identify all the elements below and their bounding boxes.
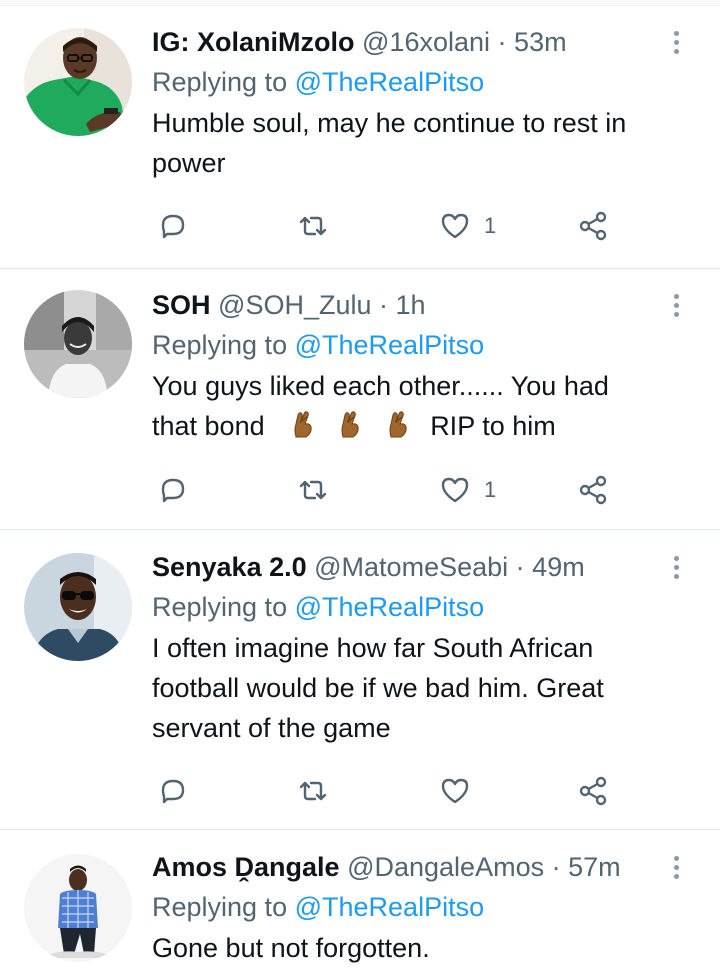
replying-prefix: Replying to — [152, 67, 288, 97]
tweet-text: Gone but not forgotten. — [152, 928, 706, 968]
reply-button[interactable] — [156, 206, 190, 246]
mention-link[interactable]: @TheRealPitso — [295, 892, 485, 922]
separator-dot: · — [515, 552, 525, 582]
like-count: 1 — [484, 477, 497, 502]
share-icon — [579, 776, 607, 806]
tweet-text-fragment: that bond — [152, 411, 265, 441]
separator-dot: · — [497, 27, 507, 57]
woman-monochrome-avatar — [24, 290, 132, 398]
timestamp[interactable]: 49m — [532, 552, 585, 582]
share-button[interactable] — [576, 771, 610, 811]
share-icon — [579, 475, 607, 505]
tweet-text: You guys liked each other...... You had … — [152, 366, 706, 446]
display-name[interactable]: IG: XolaniMzolo — [152, 27, 355, 57]
tweet-text-line: that bond RIP to him — [152, 406, 706, 446]
more-options-icon[interactable] — [664, 550, 688, 584]
replying-prefix: Replying to — [152, 330, 288, 360]
reply-feed: IG: XolaniMzolo @16xolani · 53m Replying… — [0, 0, 720, 976]
reply-icon — [161, 478, 185, 503]
user-handle[interactable]: @DangaleAmos — [347, 852, 544, 882]
tweet-text-line: You guys liked each other...... You had — [152, 371, 609, 401]
more-options-icon[interactable] — [664, 25, 688, 59]
man-green-shirt-avatar — [24, 28, 132, 136]
share-icon — [579, 211, 607, 241]
reply-button[interactable] — [156, 470, 190, 510]
more-options-icon[interactable] — [664, 850, 688, 884]
user-handle[interactable]: @16xolani — [362, 27, 490, 57]
retweet-button[interactable] — [296, 771, 330, 811]
tweet-content: Senyaka 2.0 @MatomeSeabi · 49m Replying … — [152, 550, 706, 748]
action-bar — [152, 771, 632, 811]
avatar[interactable] — [24, 553, 132, 661]
like-button[interactable]: 1 — [438, 470, 496, 510]
display-name[interactable]: Amos Ḓangale — [152, 852, 340, 882]
avatar[interactable] — [24, 28, 132, 136]
timestamp[interactable]: 1h — [396, 290, 426, 320]
retweet-button[interactable] — [296, 206, 330, 246]
tweet-text-line: power — [152, 148, 226, 178]
tweet[interactable]: SOH @SOH_Zulu · 1h Replying to @TheRealP… — [0, 269, 720, 530]
share-button[interactable] — [576, 470, 610, 510]
tweet-text-line: I often imagine how far South African — [152, 633, 594, 663]
reply-button[interactable] — [156, 771, 190, 811]
retweet-button[interactable] — [296, 470, 330, 510]
tweet-text-line: Gone but not forgotten. — [152, 933, 430, 963]
tweet-text-line: servant of the game — [152, 713, 391, 743]
avatar[interactable] — [24, 290, 132, 398]
retweet-icon — [299, 480, 327, 500]
replying-to-line: Replying to @TheRealPitso — [152, 328, 706, 362]
heart-icon — [441, 477, 469, 503]
separator-dot: · — [379, 290, 389, 320]
tweet[interactable]: Amos Ḓangale @DangaleAmos · 57m Replying… — [0, 830, 720, 976]
reply-icon — [161, 214, 185, 239]
tweet-header: Amos Ḓangale @DangaleAmos · 57m — [152, 850, 706, 884]
mention-link[interactable]: @TheRealPitso — [295, 592, 485, 622]
tweet-text-fragment: RIP to him — [430, 411, 556, 441]
replying-to-line: Replying to @TheRealPitso — [152, 65, 706, 99]
tweet-text-line: Humble soul, may he continue to rest in — [152, 108, 627, 138]
like-button[interactable]: 1 — [438, 206, 496, 246]
tweet-text: Humble soul, may he continue to rest in … — [152, 103, 706, 183]
timestamp[interactable]: 53m — [514, 27, 567, 57]
tweet-content: IG: XolaniMzolo @16xolani · 53m Replying… — [152, 25, 706, 183]
reply-icon — [161, 779, 185, 804]
like-button[interactable] — [438, 771, 484, 811]
heart-icon — [441, 778, 469, 804]
display-name[interactable]: SOH — [152, 290, 211, 320]
heart-icon — [441, 213, 469, 239]
timestamp[interactable]: 57m — [568, 852, 621, 882]
replying-prefix: Replying to — [152, 592, 288, 622]
user-handle[interactable]: @SOH_Zulu — [218, 290, 371, 320]
crossed-fingers-icon — [288, 409, 318, 439]
tweet[interactable]: Senyaka 2.0 @MatomeSeabi · 49m Replying … — [0, 530, 720, 830]
like-count: 1 — [484, 213, 497, 238]
mention-link[interactable]: @TheRealPitso — [295, 67, 485, 97]
tweet-header: IG: XolaniMzolo @16xolani · 53m — [152, 25, 706, 59]
replying-to-line: Replying to @TheRealPitso — [152, 890, 706, 924]
action-bar: 1 — [152, 470, 632, 510]
more-options-icon[interactable] — [664, 288, 688, 322]
tweet-text-line: football would be if we bad him. Great — [152, 673, 604, 703]
retweet-icon — [299, 216, 327, 236]
crossed-fingers-icon — [383, 409, 413, 439]
action-bar: 1 — [152, 206, 632, 246]
tweet-text: I often imagine how far South African fo… — [152, 628, 706, 748]
tweet-content: SOH @SOH_Zulu · 1h Replying to @TheRealP… — [152, 288, 706, 446]
tweet[interactable]: IG: XolaniMzolo @16xolani · 53m Replying… — [0, 0, 720, 269]
tweet-header: SOH @SOH_Zulu · 1h — [152, 288, 706, 322]
replying-to-line: Replying to @TheRealPitso — [152, 590, 706, 624]
retweet-icon — [299, 781, 327, 801]
tweet-header: Senyaka 2.0 @MatomeSeabi · 49m — [152, 550, 706, 584]
display-name[interactable]: Senyaka 2.0 — [152, 552, 307, 582]
crossed-fingers-icon — [335, 409, 365, 439]
share-button[interactable] — [576, 206, 610, 246]
man-checked-shirt-avatar — [24, 854, 132, 962]
tweet-content: Amos Ḓangale @DangaleAmos · 57m Replying… — [152, 850, 706, 968]
separator-dot: · — [551, 852, 561, 882]
man-sunglasses-avatar — [24, 553, 132, 661]
user-handle[interactable]: @MatomeSeabi — [314, 552, 508, 582]
replying-prefix: Replying to — [152, 892, 288, 922]
mention-link[interactable]: @TheRealPitso — [295, 330, 485, 360]
avatar[interactable] — [24, 854, 132, 962]
